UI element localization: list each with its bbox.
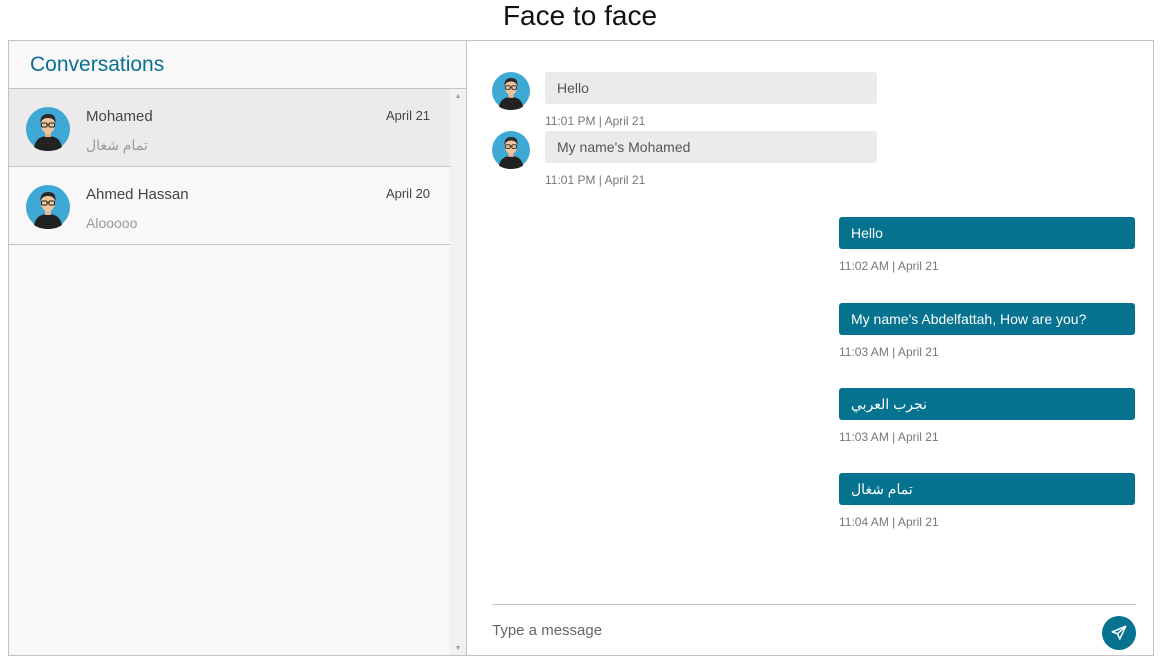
outgoing-message: تمام شغال 11:04 AM | April 21 <box>839 473 1135 529</box>
conversation-preview: Alooooo <box>86 215 138 231</box>
outgoing-message-bubble: نجرب العربي <box>839 388 1135 420</box>
sidebar-body: Mohamed April 21 تمام شغال Ahmed Hassan … <box>9 89 466 655</box>
incoming-message-bubble: My name's Mohamed <box>545 131 877 163</box>
outgoing-message: نجرب العربي 11:03 AM | April 21 <box>839 388 1135 444</box>
triangle-up-icon[interactable]: ▲ <box>450 89 466 103</box>
conversation-item[interactable]: Mohamed April 21 تمام شغال <box>9 89 451 167</box>
message-time: 11:03 AM | April 21 <box>839 430 939 444</box>
user-avatar-icon <box>26 107 70 151</box>
conversation-item[interactable]: Ahmed Hassan April 20 Alooooo <box>9 167 451 245</box>
message-time: 11:04 AM | April 21 <box>839 515 939 529</box>
message-input[interactable] <box>492 613 1092 647</box>
page-title: Face to face <box>502 0 658 31</box>
outgoing-message-bubble: Hello <box>839 217 1135 249</box>
message-composer <box>492 604 1136 656</box>
outgoing-message: Hello 11:02 AM | April 21 <box>839 217 1135 273</box>
paper-plane-icon <box>1111 625 1127 640</box>
chat-panel: Hello 11:01 PM | April 21 My name's Moha… <box>467 41 1153 655</box>
send-button[interactable] <box>1102 616 1136 650</box>
message-time: 11:02 AM | April 21 <box>839 259 939 273</box>
conversation-preview: تمام شغال <box>86 137 148 153</box>
message-time: 11:01 PM | April 21 <box>545 173 646 187</box>
incoming-message-bubble: Hello <box>545 72 877 104</box>
user-avatar-icon <box>26 185 70 229</box>
conversation-name: Mohamed <box>86 108 153 125</box>
outgoing-message-bubble: تمام شغال <box>839 473 1135 505</box>
sidebar-scrollbar[interactable]: ▲ ▼ <box>450 89 466 655</box>
outgoing-message: My name's Abdelfattah, How are you? 11:0… <box>839 303 1135 359</box>
conversation-name: Ahmed Hassan <box>86 186 189 203</box>
sidebar-header: Conversations <box>9 41 466 89</box>
sidebar-title: Conversations <box>30 52 165 76</box>
message-time: 11:03 AM | April 21 <box>839 345 939 359</box>
message-history: Hello 11:01 PM | April 21 My name's Moha… <box>467 41 1153 601</box>
conversation-list: Mohamed April 21 تمام شغال Ahmed Hassan … <box>9 89 451 655</box>
user-avatar-icon <box>492 131 530 169</box>
conversation-date: April 21 <box>385 108 431 123</box>
chat-app: Conversations Mohamed April 21 تمام شغال… <box>8 40 1154 656</box>
conversation-date: April 20 <box>385 186 431 201</box>
sidebar: Conversations Mohamed April 21 تمام شغال… <box>9 41 467 655</box>
outgoing-message-bubble: My name's Abdelfattah, How are you? <box>839 303 1135 335</box>
user-avatar-icon <box>492 72 530 110</box>
triangle-down-icon[interactable]: ▼ <box>450 641 466 655</box>
message-time: 11:01 PM | April 21 <box>545 114 646 128</box>
